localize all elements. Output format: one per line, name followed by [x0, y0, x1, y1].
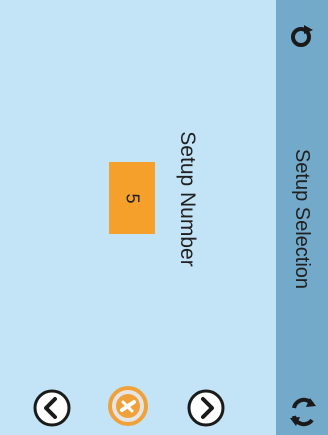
setup-number-label: Setup Number [176, 131, 199, 267]
setup-number-value-wrap: 5 [109, 162, 155, 234]
title-bar: Setup Selection [276, 0, 328, 435]
sync-icon[interactable] [288, 394, 318, 430]
confirm-button[interactable] [108, 386, 148, 426]
previous-button[interactable] [32, 388, 72, 428]
chevron-right-icon [187, 389, 225, 427]
page-title: Setup Selection [291, 148, 313, 290]
setup-number-field[interactable]: 5 [109, 162, 155, 234]
confirm-icon [108, 386, 148, 426]
setup-number-value: 5 [122, 192, 143, 204]
chevron-left-icon [33, 389, 71, 427]
screen: Setup Selection Setup Number 5 [0, 0, 328, 435]
reset-icon[interactable] [290, 24, 314, 48]
next-button[interactable] [186, 388, 226, 428]
